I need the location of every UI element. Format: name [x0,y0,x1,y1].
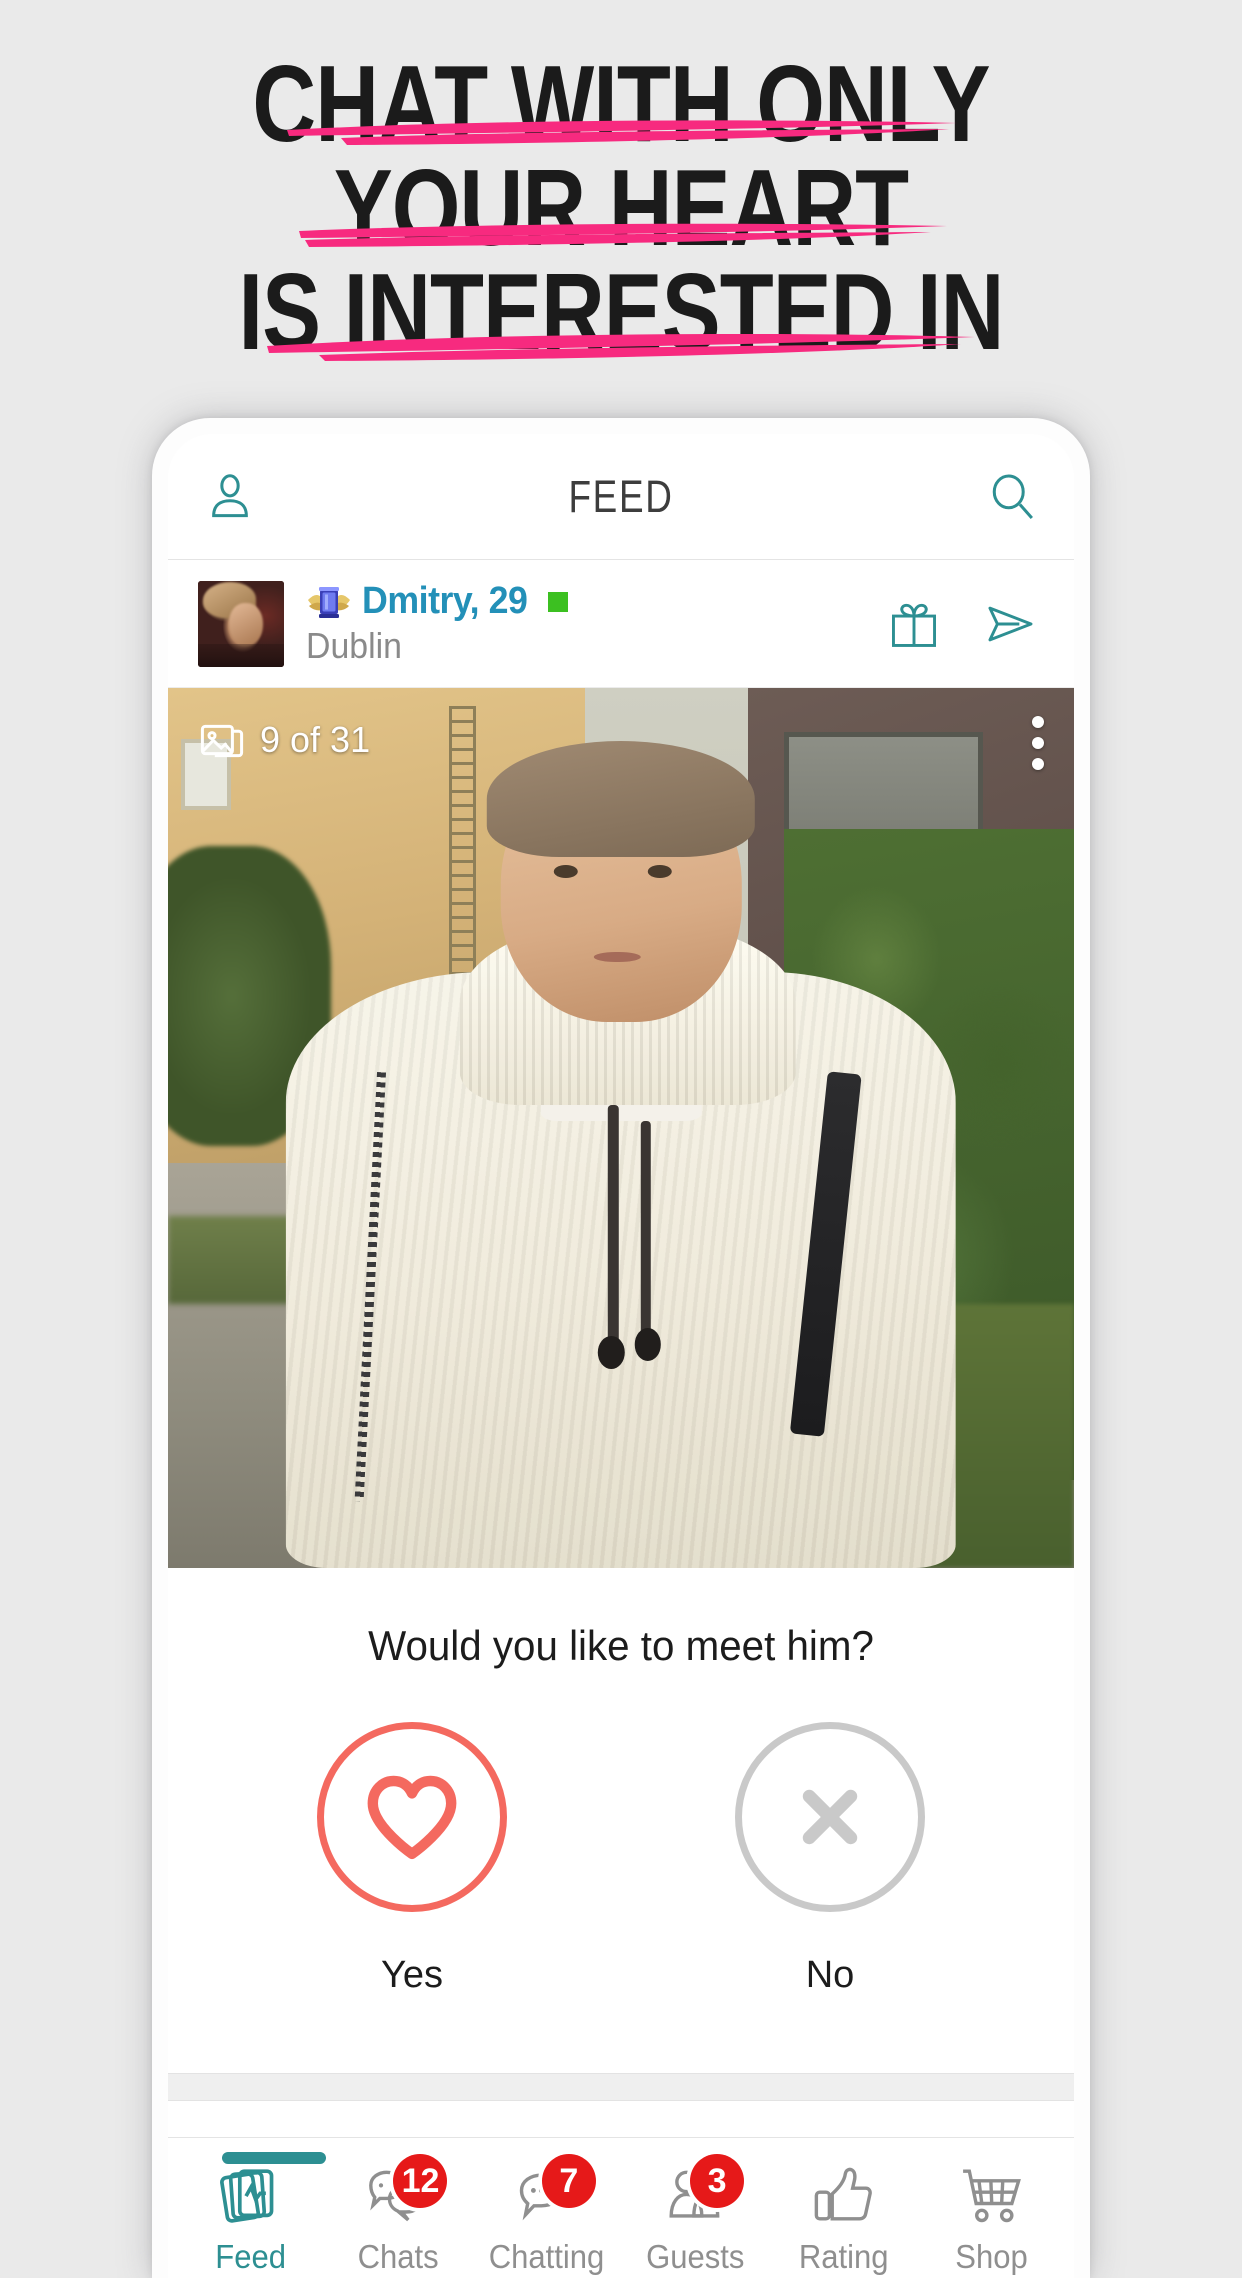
nav-icon-wrap [953,2158,1031,2232]
page-title: FEED [568,470,674,522]
nav-item-chats[interactable]: 12 Chats [324,2154,472,2278]
headline-line-2: YOUR HEART [333,148,909,269]
nav-icon-wrap: 3 [656,2154,745,2232]
photo-subject-hair [486,740,756,857]
gift-icon[interactable] [886,596,942,652]
nav-label-guests: Guests [646,2238,745,2275]
card-separator [168,2073,1074,2101]
nav-icon-wrap [804,2158,882,2232]
meet-choices: Yes No [168,1670,1074,1997]
headline-row-3: IS INTERESTED IN [0,255,1242,370]
nav-icon-wrap [211,2158,289,2232]
no-label: No [805,1954,855,1996]
yes-choice[interactable]: Yes [317,1722,507,1997]
photo-counter: 9 of 31 [198,716,370,764]
nav-item-feed[interactable]: Feed [176,2152,326,2278]
app-header: FEED [168,434,1074,560]
post-name-line: Dmitry, 29 [306,580,886,623]
send-icon[interactable] [982,596,1038,652]
post-header[interactable]: Dmitry, 29 Dublin [168,560,1074,688]
nav-badge-guests: 3 [690,2154,745,2208]
menu-dot [1032,737,1044,749]
meet-question: Would you like to meet him? [186,1568,1056,1670]
nav-label-chatting: Chatting [489,2238,605,2275]
avatar-clothing [198,644,284,667]
cards-icon [220,2169,274,2223]
close-x-icon [802,1789,858,1845]
post-user-city: Dublin [306,625,402,666]
promo-headline: CHAT WITH ONLY YOUR HEART IS INTERESTED … [0,47,1242,370]
nav-item-shop[interactable]: Shop [918,2158,1066,2278]
nav-label-rating: Rating [798,2238,889,2275]
phone-mockup: FEED Dmitry, 29 Dublin 9 of 31 Would you… [152,418,1090,2278]
heart-icon [367,1775,457,1859]
photo-subject-drawstring [607,1104,619,1353]
search-icon[interactable] [984,469,1040,525]
app-screen: FEED Dmitry, 29 Dublin 9 of 31 Would you… [168,434,1074,2278]
post-photo[interactable]: 9 of 31 [168,688,1074,1568]
headline-line-3: IS INTERESTED IN [238,252,1005,373]
online-status-square [547,591,568,612]
photo-subject-mouth [594,951,642,963]
nav-label-chats: Chats [357,2238,440,2275]
nav-item-chatting[interactable]: 7 Chatting [473,2154,621,2278]
nav-item-guests[interactable]: 3 Guests [621,2154,769,2278]
menu-dot [1032,716,1044,728]
menu-dot [1032,758,1044,770]
photo-subject-drawstring [641,1121,651,1353]
avatar-face [228,602,264,646]
nav-badge-chats: 12 [393,2154,448,2208]
nav-icon-wrap: 7 [508,2154,596,2232]
post-actions [886,596,1044,652]
thumbs-up-icon [815,2167,873,2221]
nav-badge-chatting: 7 [541,2154,596,2208]
nav-label-feed: Feed [214,2238,286,2275]
person-icon[interactable] [202,469,258,525]
headline-line-1: CHAT WITH ONLY [252,44,990,165]
cart-icon [962,2169,1021,2223]
post-user-meta: Dmitry, 29 Dublin [306,580,886,667]
headline-row-1: CHAT WITH ONLY [0,47,1242,162]
photo-counter-label: 9 of 31 [260,719,371,760]
yes-label: Yes [381,1954,443,1996]
no-choice[interactable]: No [735,1722,925,1997]
photo-gallery-icon [200,724,244,758]
photo-subject-drawstring-tip [597,1336,625,1370]
yes-button[interactable] [317,1722,507,1912]
nav-icon-wrap: 12 [359,2154,448,2232]
avatar[interactable] [198,580,284,667]
card-bottom-padding [168,1997,1074,2073]
no-button[interactable] [735,1722,925,1912]
next-card-top [168,2101,1074,2137]
headline-row-2: YOUR HEART [0,151,1242,266]
post-user-name[interactable]: Dmitry, 29 [362,580,528,623]
nav-label-shop: Shop [955,2238,1029,2275]
nav-item-rating[interactable]: Rating [769,2158,917,2278]
photo-subject [285,740,957,1568]
more-vertical-icon[interactable] [1032,716,1044,770]
vip-gem-wings-icon [308,586,350,618]
